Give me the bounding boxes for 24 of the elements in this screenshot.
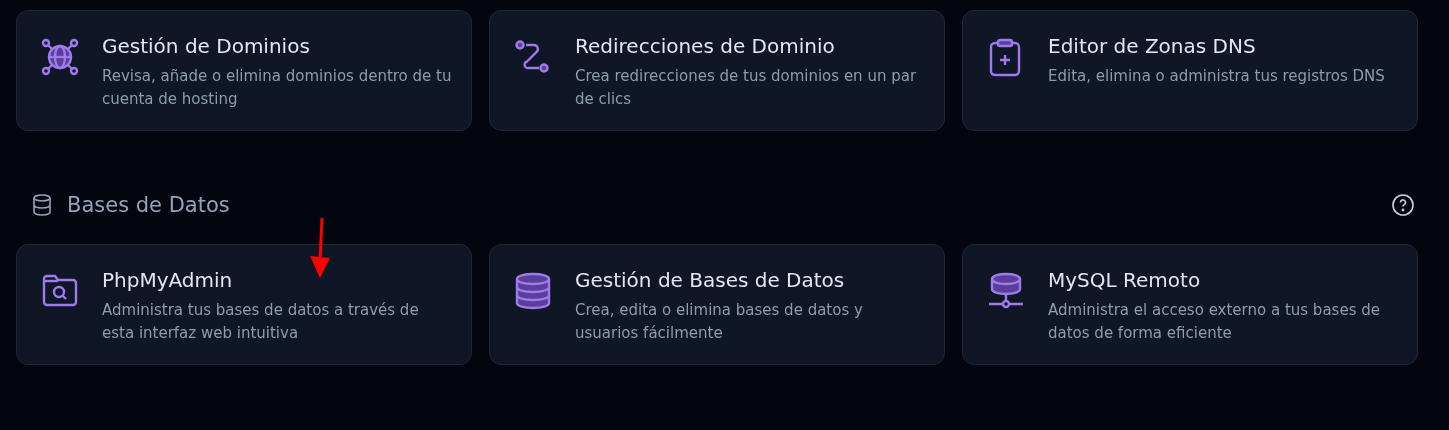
- card-title: Gestión de Bases de Datos: [575, 267, 846, 293]
- service-card[interactable]: Gestión de Dominios Revisa, añade o elimina dominios dentro de tu cuenta de hosting: [16, 10, 472, 131]
- service-card[interactable]: MySQL Remoto Administra el acceso externo a tus bases de datos de forma eficiente: [962, 244, 1418, 365]
- card-description: Crea, edita o elimina bases de datos y usuarios fácilmente: [575, 300, 864, 344]
- card-title: Redirecciones de Dominio: [575, 33, 836, 59]
- service-card[interactable]: PhpMyAdmin Administra tus bases de datos a través de esta interfaz web intuitiva: [16, 244, 472, 365]
- help-icon[interactable]: [1391, 193, 1415, 217]
- card-description: Edita, elimina o administra tus registros DNS: [1048, 66, 1385, 87]
- service-card[interactable]: Editor de Zonas DNS Edita, elimina o administra tus registros DNS: [962, 10, 1418, 131]
- section-title: Bases de Datos: [67, 193, 231, 217]
- database-icon: [30, 193, 54, 217]
- card-title: PhpMyAdmin: [102, 267, 234, 293]
- service-card[interactable]: Redirecciones de Dominio Crea redirecciones de tus dominios en un par de clics: [489, 10, 945, 131]
- card-description: Administra el acceso externo a tus bases de datos de forma eficiente: [1048, 300, 1381, 344]
- card-description: Crea redirecciones de tus dominios en un par de clics: [575, 66, 918, 110]
- globe-icon: [40, 37, 80, 77]
- network-database-icon: [986, 271, 1026, 311]
- card-description: Revisa, añade o elimina dominios dentro de tu cuenta de hosting: [102, 66, 453, 110]
- card-description: Administra tus bases de datos a través de esta interfaz web intuitiva: [102, 300, 420, 344]
- service-card[interactable]: Gestión de Bases de Datos Crea, edita o elimina bases de datos y usuarios fácilmente: [489, 244, 945, 365]
- card-title: MySQL Remoto: [1048, 267, 1202, 293]
- database-icon: [513, 271, 553, 311]
- card-title: Gestión de Dominios: [102, 33, 311, 59]
- card-title: Editor de Zonas DNS: [1048, 33, 1257, 59]
